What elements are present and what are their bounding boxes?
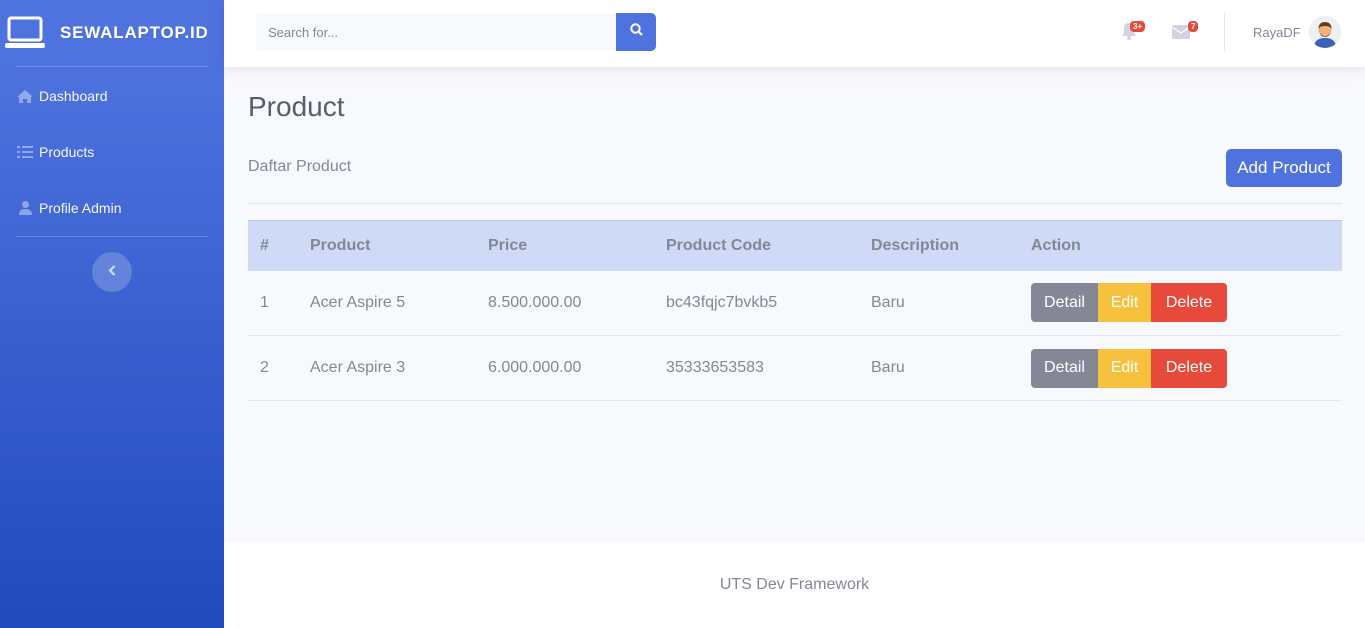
cell-no: 2 (260, 359, 269, 376)
sidebar-item-dashboard[interactable]: Dashboard (0, 68, 224, 124)
action-group: Detail Edit Delete (1031, 348, 1342, 388)
topbar: 3+ 7 RayaDF (224, 0, 1365, 67)
search-icon (629, 23, 643, 41)
detail-button[interactable]: Detail (1031, 283, 1098, 323)
edit-button[interactable]: Edit (1098, 348, 1151, 388)
cell-no: 1 (260, 293, 269, 311)
product-table: # Product Price Product Code Description… (248, 220, 1342, 401)
edit-button[interactable]: Edit (1098, 283, 1151, 323)
table-row: 1 Acer Aspire 5 8.500.000.00 bc43fqjc7bv… (248, 271, 1342, 336)
messages-badge: 7 (1188, 21, 1199, 32)
sidebar-item-label: Dashboard (39, 88, 108, 104)
column-header-no: # (260, 236, 269, 254)
user-icon (16, 201, 34, 215)
action-group: Detail Edit Delete (1031, 283, 1342, 323)
home-icon (16, 89, 34, 103)
sidebar-toggle-button[interactable] (92, 252, 132, 292)
sidebar-item-profile-admin[interactable]: Profile Admin (0, 180, 224, 236)
search-button[interactable] (616, 13, 656, 51)
column-header-product-code: Product Code (666, 236, 771, 254)
brand[interactable]: SEWALAPTOP.ID (0, 0, 224, 66)
topbar-divider (1224, 13, 1225, 51)
cell-description: Baru (871, 293, 905, 311)
sidebar-item-products[interactable]: Products (0, 124, 224, 180)
list-icon (16, 145, 34, 159)
footer-text: UTS Dev Framework (719, 576, 870, 593)
footer: UTS Dev Framework (224, 542, 1365, 628)
cell-action: Detail Edit Delete (1019, 271, 1342, 336)
add-product-button[interactable]: Add Product (1226, 149, 1342, 187)
column-header-action: Action (1031, 236, 1081, 254)
user-name: RayaDF (1253, 24, 1301, 40)
alerts-button[interactable]: 3+ (1121, 21, 1146, 42)
cell-action: Detail Edit Delete (1019, 336, 1342, 401)
column-header-product: Product (310, 236, 371, 254)
messages-button[interactable]: 7 (1171, 21, 1199, 42)
divider (248, 203, 1342, 204)
sidebar: SEWALAPTOP.ID Dashboard Products Profile… (0, 0, 224, 628)
chevron-left-icon (108, 263, 116, 281)
sidebar-item-label: Profile Admin (39, 200, 122, 216)
search-input[interactable] (256, 13, 616, 51)
avatar (1308, 16, 1341, 48)
detail-button[interactable]: Detail (1031, 348, 1098, 388)
table-row: 2 Acer Aspire 3 6.000.000.00 35333653583… (248, 336, 1342, 401)
column-header-price: Price (488, 236, 528, 254)
laptop-icon (5, 16, 45, 50)
sidebar-divider (16, 66, 208, 67)
brand-name: SEWALAPTOP.ID (60, 23, 209, 42)
table-header-row: # Product Price Product Code Description… (248, 220, 1342, 271)
cell-description: Baru (871, 359, 905, 376)
cell-product-code: bc43fqjc7bvkb5 (666, 293, 778, 311)
page-title: Product (248, 91, 345, 122)
sidebar-item-label: Products (39, 144, 95, 160)
cell-price: 8.500.000.00 (488, 293, 582, 311)
column-header-description: Description (871, 236, 960, 254)
delete-button[interactable]: Delete (1151, 348, 1227, 388)
search-bar (256, 13, 656, 51)
cell-price: 6.000.000.00 (488, 359, 582, 376)
delete-button[interactable]: Delete (1151, 283, 1227, 323)
cell-product: Acer Aspire 3 (310, 359, 406, 376)
user-menu[interactable]: RayaDF (1253, 15, 1341, 49)
cell-product: Acer Aspire 5 (310, 293, 406, 311)
page-subtitle: Daftar Product (248, 158, 352, 175)
alerts-badge: 3+ (1130, 21, 1146, 32)
cell-product-code: 35333653583 (666, 359, 764, 376)
